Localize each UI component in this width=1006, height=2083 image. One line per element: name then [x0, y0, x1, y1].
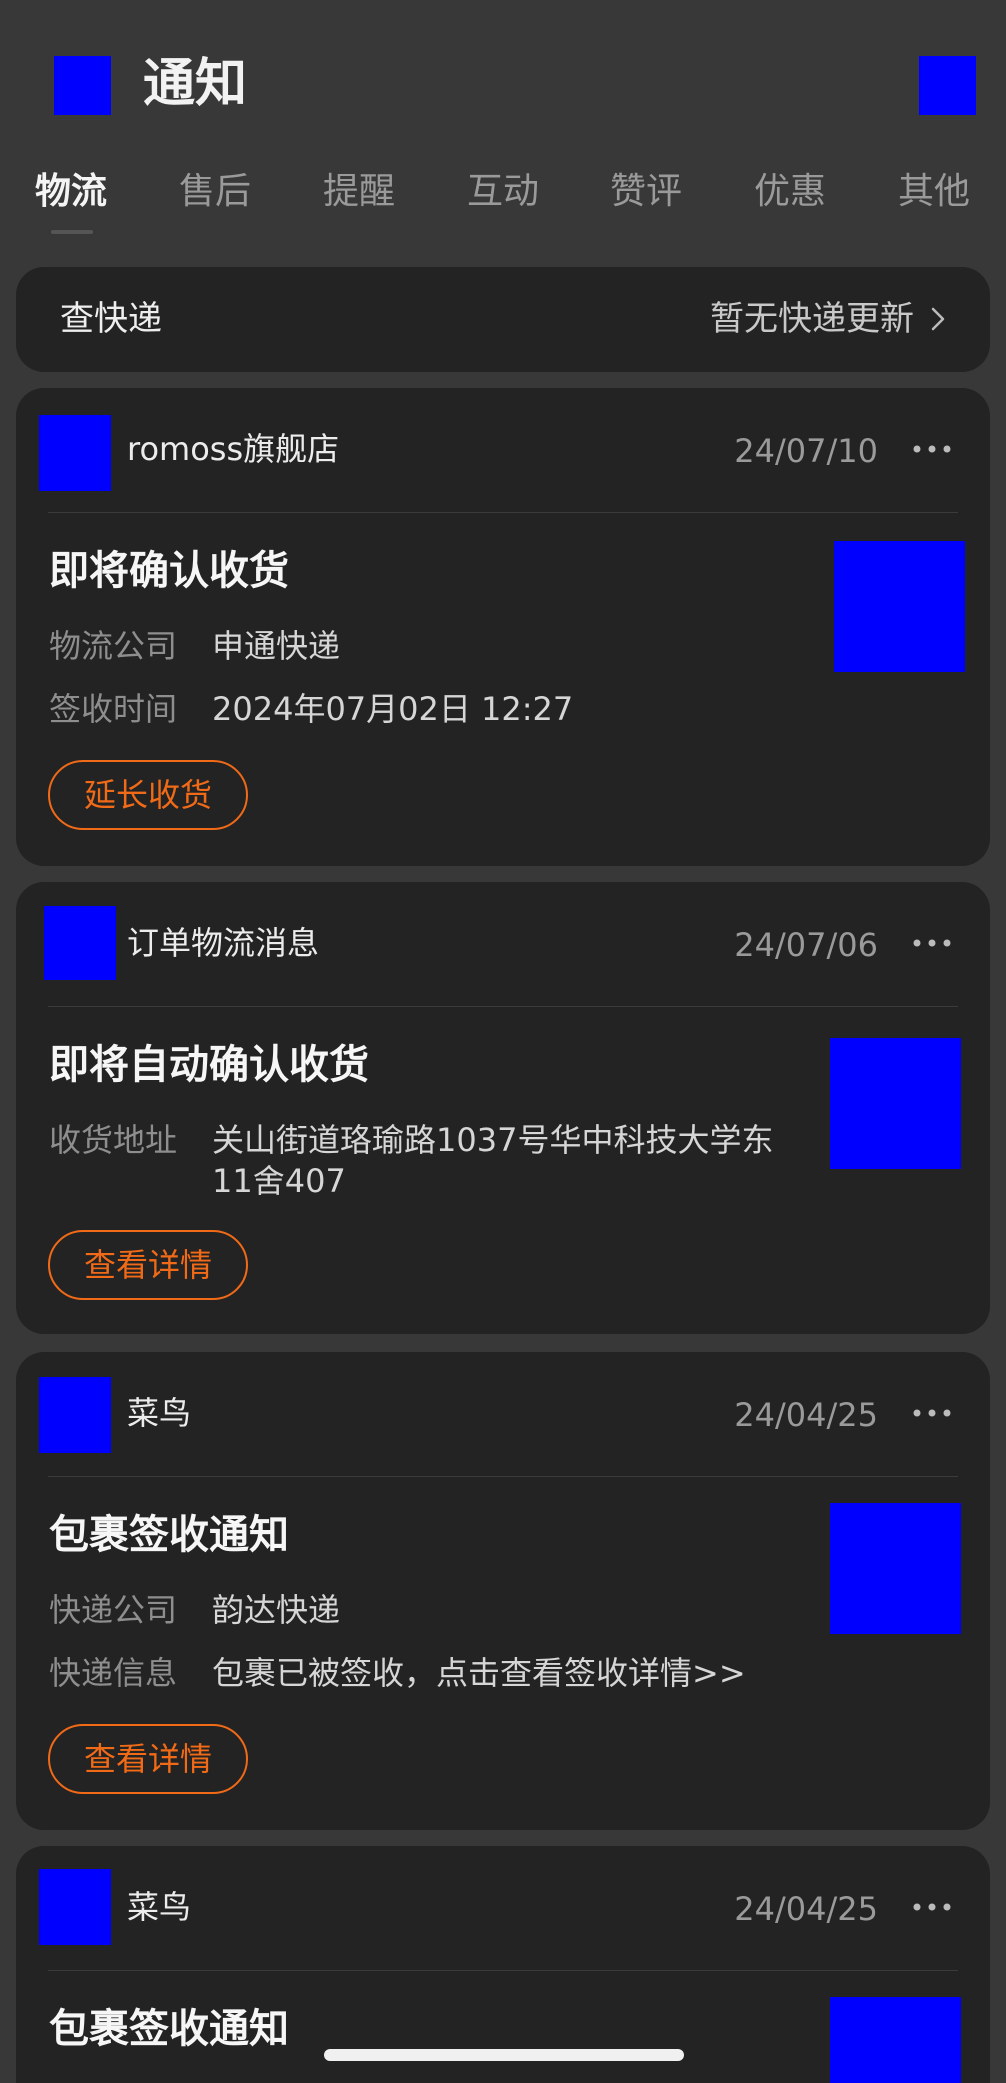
chevron-right-icon — [931, 307, 945, 331]
more-icon[interactable] — [912, 444, 952, 454]
notification-card[interactable]: 菜鸟 24/04/25 包裹签收通知 快递公司 韵达快递 快递信息 包裹已被签收… — [16, 1352, 990, 1830]
field-value: 包裹已被签收，点击查看签收详情>> — [212, 1654, 746, 1692]
notification-card[interactable]: 菜鸟 24/04/25 包裹签收通知 — [16, 1846, 990, 2083]
product-thumbnail — [830, 1503, 961, 1634]
divider — [48, 1476, 958, 1477]
home-indicator[interactable] — [324, 2049, 684, 2061]
tab-likes-reviews[interactable]: 赞评 — [610, 160, 682, 224]
sender-name: 订单物流消息 — [127, 924, 320, 962]
message-date: 24/04/25 — [734, 1396, 878, 1434]
notification-card[interactable]: 订单物流消息 24/07/06 即将自动确认收货 收货地址 关山街道珞瑜路103… — [16, 882, 990, 1334]
tab-other[interactable]: 其他 — [898, 160, 970, 224]
field-value-continued: 11舍407 — [212, 1162, 346, 1200]
sender-avatar — [39, 1869, 111, 1945]
message-title: 包裹签收通知 — [49, 2006, 289, 2052]
notifications-page: 通知 物流 售后 提醒 互动 赞评 优惠 其他 查快递 暂无快递更新 romos… — [0, 0, 1006, 2083]
field-label: 快递公司 — [49, 1591, 178, 1629]
field-value: 韵达快递 — [212, 1591, 341, 1629]
tab-bar: 物流 售后 提醒 互动 赞评 优惠 其他 — [0, 160, 1006, 230]
tab-interactions[interactable]: 互动 — [467, 160, 539, 224]
field-value: 关山街道珞瑜路1037号华中科技大学东 — [212, 1121, 774, 1159]
express-status: 暂无快递更新 — [710, 299, 914, 339]
app-icon[interactable] — [54, 56, 111, 115]
message-date: 24/07/06 — [734, 926, 878, 964]
extend-receipt-button[interactable]: 延长收货 — [48, 760, 248, 830]
tab-logistics[interactable]: 物流 — [35, 160, 107, 224]
message-date: 24/04/25 — [734, 1890, 878, 1928]
field-label: 签收时间 — [49, 690, 178, 728]
more-icon[interactable] — [912, 1408, 952, 1418]
sender-name: 菜鸟 — [127, 1888, 192, 1926]
field-label: 快递信息 — [49, 1654, 178, 1692]
more-icon[interactable] — [912, 1902, 952, 1912]
divider — [48, 1970, 958, 1971]
view-details-button[interactable]: 查看详情 — [48, 1724, 248, 1794]
field-label: 物流公司 — [49, 627, 178, 665]
express-label: 查快递 — [60, 299, 162, 339]
divider — [48, 512, 958, 513]
field-value: 2024年07月02日 12:27 — [212, 690, 574, 728]
message-title: 包裹签收通知 — [49, 1512, 289, 1558]
message-title: 即将自动确认收货 — [49, 1042, 369, 1088]
field-value: 申通快递 — [212, 627, 341, 665]
sender-name: romoss旗舰店 — [127, 430, 340, 468]
product-thumbnail — [830, 1038, 961, 1169]
tab-after-sales[interactable]: 售后 — [179, 160, 251, 224]
settings-icon[interactable] — [919, 56, 976, 115]
active-tab-indicator — [51, 230, 93, 234]
more-icon[interactable] — [912, 938, 952, 948]
message-date: 24/07/10 — [734, 432, 878, 470]
store-avatar — [39, 415, 111, 491]
sender-avatar — [39, 1377, 111, 1453]
sender-name: 菜鸟 — [127, 1394, 192, 1432]
product-thumbnail — [834, 541, 965, 672]
field-label: 收货地址 — [49, 1121, 178, 1159]
tab-reminders[interactable]: 提醒 — [323, 160, 395, 224]
notification-card[interactable]: romoss旗舰店 24/07/10 即将确认收货 物流公司 申通快递 签收时间… — [16, 388, 990, 866]
page-title: 通知 — [143, 54, 248, 114]
message-title: 即将确认收货 — [49, 548, 289, 594]
express-tracking-bar[interactable]: 查快递 暂无快递更新 — [16, 267, 990, 372]
tab-offers[interactable]: 优惠 — [754, 160, 826, 224]
sender-avatar — [44, 906, 116, 980]
divider — [48, 1006, 958, 1007]
product-thumbnail — [830, 1997, 961, 2083]
view-details-button[interactable]: 查看详情 — [48, 1230, 248, 1300]
